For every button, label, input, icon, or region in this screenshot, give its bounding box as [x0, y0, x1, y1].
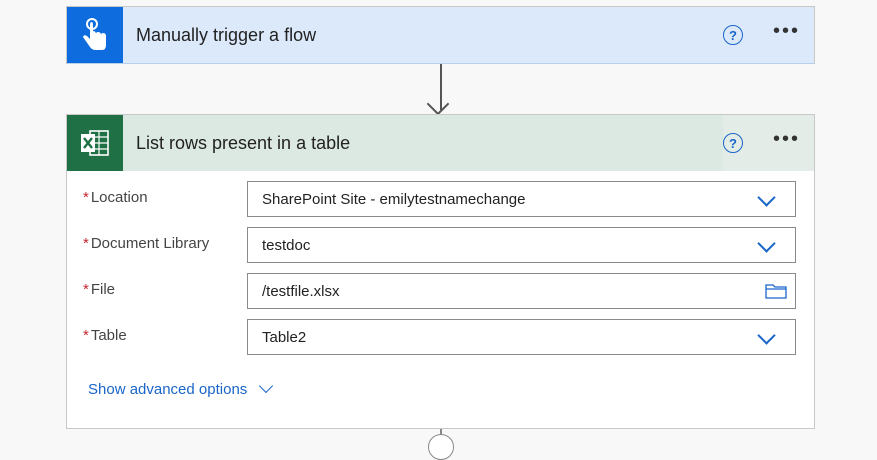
- folder-icon[interactable]: [765, 283, 787, 299]
- file-label: * File: [83, 281, 116, 298]
- arrow-down-icon: [426, 92, 450, 116]
- excel-icon: [67, 115, 123, 171]
- file-row: * File /testfile.xlsx: [67, 273, 814, 309]
- document-library-label: * Document Library: [83, 235, 210, 252]
- trigger-card[interactable]: Manually trigger a flow ? •••: [66, 6, 815, 64]
- location-label: * Location: [83, 189, 148, 206]
- show-advanced-options-label: Show advanced options: [88, 381, 248, 398]
- action-title: List rows present in a table: [136, 132, 351, 153]
- add-step-icon[interactable]: [428, 434, 454, 460]
- action-card[interactable]: List rows present in a table ? ••• * Loca…: [66, 114, 815, 429]
- chevron-down-icon: [259, 378, 274, 393]
- table-label: * Table: [83, 327, 127, 344]
- document-library-dropdown[interactable]: testdoc: [247, 227, 796, 263]
- location-value: SharePoint Site - emilytestnamechange: [262, 191, 526, 208]
- table-value: Table2: [262, 329, 307, 346]
- action-header-controls: ? •••: [722, 115, 814, 171]
- table-row: * Table Table2: [67, 319, 814, 355]
- location-row: * Location SharePoint Site - emilytestnam…: [67, 181, 814, 217]
- chevron-down-icon[interactable]: [757, 326, 776, 345]
- chevron-down-icon[interactable]: [757, 188, 776, 207]
- touch-hand-icon: [67, 7, 123, 63]
- chevron-down-icon[interactable]: [757, 234, 776, 253]
- trigger-header[interactable]: Manually trigger a flow ? •••: [67, 7, 814, 64]
- location-dropdown[interactable]: SharePoint Site - emilytestnamechange: [247, 181, 796, 217]
- help-icon[interactable]: ?: [722, 133, 743, 153]
- more-options-icon[interactable]: •••: [773, 129, 800, 149]
- document-library-value: testdoc: [262, 237, 311, 254]
- file-input[interactable]: /testfile.xlsx: [247, 273, 796, 309]
- document-library-row: * Document Library testdoc: [67, 227, 814, 263]
- table-dropdown[interactable]: Table2: [247, 319, 796, 355]
- trigger-title: Manually trigger a flow: [136, 24, 317, 45]
- action-header[interactable]: List rows present in a table ? •••: [67, 115, 814, 171]
- more-options-icon[interactable]: •••: [773, 21, 800, 41]
- show-advanced-options-link[interactable]: Show advanced options: [88, 378, 274, 398]
- file-value: /testfile.xlsx: [262, 283, 340, 300]
- help-icon[interactable]: ?: [722, 25, 743, 45]
